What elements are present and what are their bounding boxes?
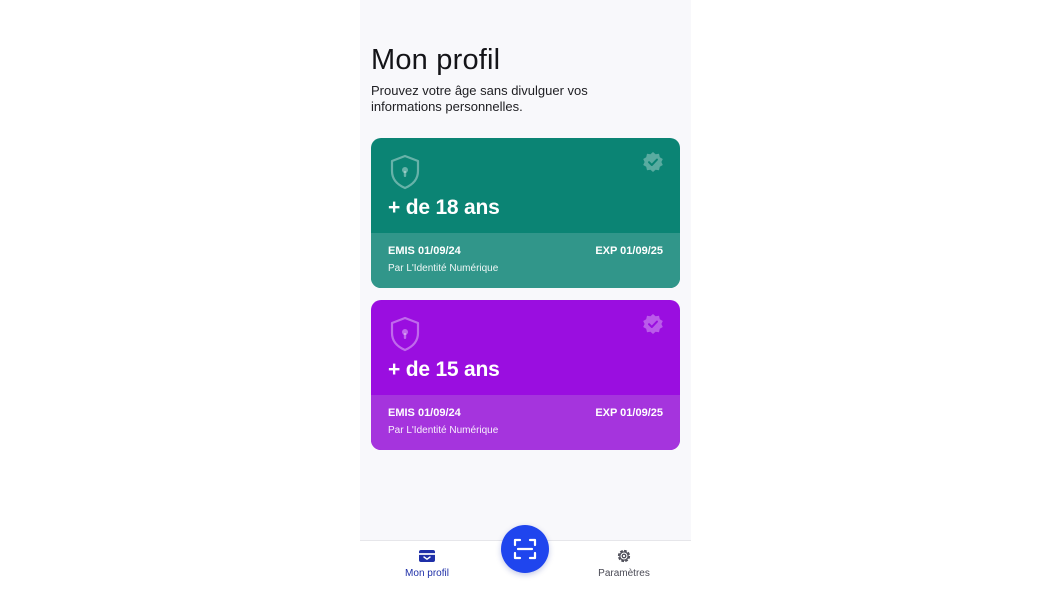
expiry-date: EXP 01/09/25 xyxy=(595,407,663,419)
app-screen: Mon profil Prouvez votre âge sans divulg… xyxy=(360,0,691,592)
verified-badge-icon xyxy=(643,314,663,334)
age-card-footer: EMIS 01/09/24 EXP 01/09/25 Par L'Identit… xyxy=(371,395,680,450)
issuer-text: Par L'Identité Numérique xyxy=(388,263,499,274)
scan-button[interactable] xyxy=(501,525,549,573)
expiry-date: EXP 01/09/25 xyxy=(595,245,663,257)
age-card-18[interactable]: + de 18 ans EMIS 01/09/24 EXP 01/09/25 P… xyxy=(371,138,680,288)
qr-scan-icon xyxy=(513,538,537,560)
age-card-15[interactable]: + de 15 ans EMIS 01/09/24 EXP 01/09/25 P… xyxy=(371,300,680,450)
age-card-label: + de 18 ans xyxy=(388,196,500,219)
nav-item-profile[interactable]: Mon profil xyxy=(377,547,477,579)
shield-lock-icon xyxy=(390,154,420,190)
nav-item-settings[interactable]: Paramètres xyxy=(574,547,674,579)
page-subtitle: Prouvez votre âge sans divulguer vos inf… xyxy=(371,83,588,114)
issuer-text: Par L'Identité Numérique xyxy=(388,425,499,436)
shield-lock-icon xyxy=(390,316,420,352)
verified-badge-icon xyxy=(643,152,663,172)
nav-settings-label: Paramètres xyxy=(598,568,650,579)
wallet-icon xyxy=(419,550,435,562)
gear-icon xyxy=(617,549,631,563)
issued-date: EMIS 01/09/24 xyxy=(388,245,461,257)
age-card-footer: EMIS 01/09/24 EXP 01/09/25 Par L'Identit… xyxy=(371,233,680,288)
issued-date: EMIS 01/09/24 xyxy=(388,407,461,419)
age-card-label: + de 15 ans xyxy=(388,358,500,381)
nav-profile-label: Mon profil xyxy=(405,568,449,579)
page-title: Mon profil xyxy=(371,44,501,76)
